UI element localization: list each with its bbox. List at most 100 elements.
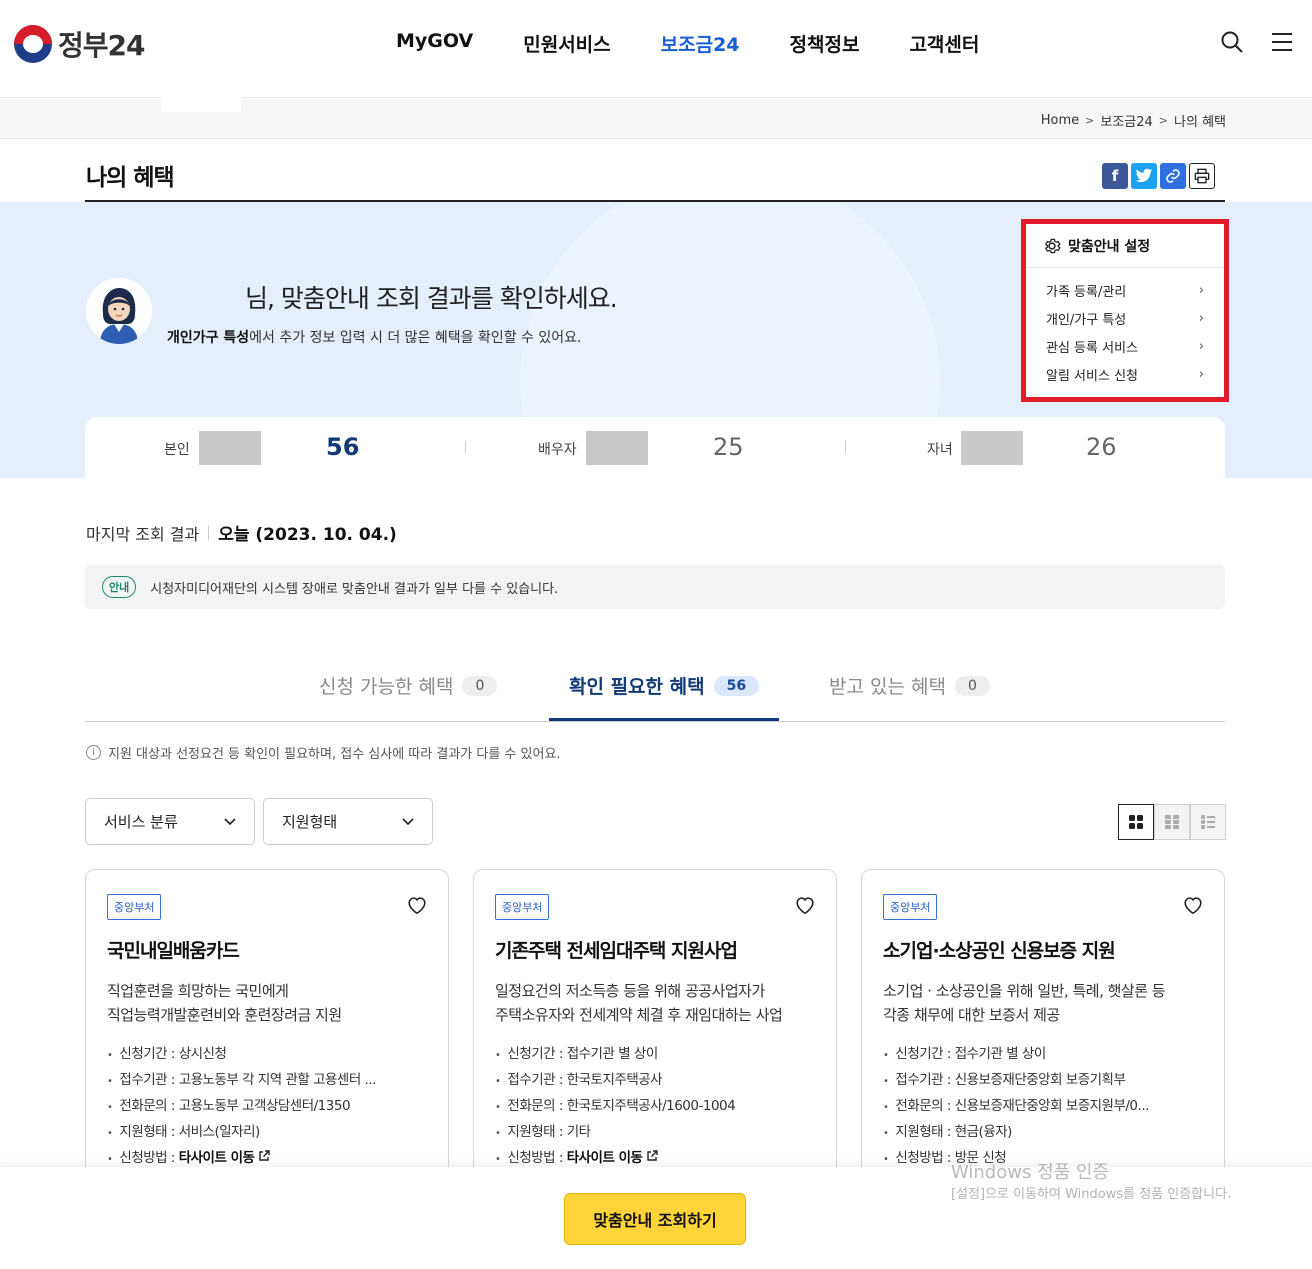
heart-icon[interactable] xyxy=(794,894,816,916)
taegeuk-logo-icon xyxy=(14,25,52,63)
nav-customer-center[interactable]: 고객센터 xyxy=(909,30,979,57)
nav-civil-service[interactable]: 민원서비스 xyxy=(523,30,610,57)
card-method-label: 신청방법 : xyxy=(119,1150,179,1166)
user-avatar xyxy=(86,278,152,344)
card-desc-line: 직업능력개발훈련비와 훈련장려금 지원 xyxy=(107,1006,342,1024)
member-benefit-counts: 본인 56 배우자 25 자녀 26 xyxy=(85,417,1225,478)
service-category-select[interactable]: 서비스 분류 xyxy=(85,798,255,845)
category-badge: 중앙부처 xyxy=(107,894,162,920)
benefit-card[interactable]: 중앙부처 국민내일배움카드 직업훈련을 희망하는 국민에게직업능력개발훈련비와 … xyxy=(85,869,449,1199)
chevron-right-icon: › xyxy=(1198,310,1204,326)
settings-item-label: 가족 등록/관리 xyxy=(1046,284,1127,300)
card-description: 일정요건의 저소득층 등을 위해 공공사업자가 주택소유자와 전세계약 체결 후 … xyxy=(495,979,815,1027)
external-site-link[interactable]: 타사이트 이동 xyxy=(179,1150,255,1166)
hero-title: 님, 맞춤안내 조회 결과를 확인하세요. xyxy=(245,284,618,313)
tab-count-badge: 56 xyxy=(713,675,760,696)
count-spouse[interactable]: 배우자 25 xyxy=(465,417,845,478)
tab-count-badge: 0 xyxy=(954,675,990,696)
hero-subtitle-rest: 에서 추가 정보 입력 시 더 많은 혜택을 확인할 수 있어요. xyxy=(249,330,582,346)
chevron-right-icon: > xyxy=(1158,114,1169,127)
tab-needs-check[interactable]: 확인 필요한 혜택 56 xyxy=(569,672,760,699)
count-children[interactable]: 자녀 26 xyxy=(845,417,1225,478)
search-icon[interactable] xyxy=(1220,30,1244,54)
card-desc-line: 직업훈련을 희망하는 국민에게 xyxy=(107,982,289,1000)
page-title: 나의 혜택 xyxy=(86,165,175,191)
menu-icon[interactable] xyxy=(1270,30,1294,54)
main-nav: MyGOV 민원서비스 보조금24 정책정보 고객센터 xyxy=(396,30,979,57)
breadcrumb-home[interactable]: Home xyxy=(1041,113,1079,128)
card-view-button[interactable] xyxy=(1118,804,1154,840)
heart-icon[interactable] xyxy=(406,894,428,916)
settings-item-notification[interactable]: 알림 서비스 신청 › xyxy=(1026,360,1224,388)
tab-receiving[interactable]: 받고 있는 혜택 0 xyxy=(829,672,990,699)
count-self[interactable]: 본인 56 xyxy=(85,417,465,478)
chevron-down-icon xyxy=(402,817,414,825)
notice-banner: 안내 시청자미디어재단의 시스템 장애로 맞춤안내 결과가 일부 다를 수 있습… xyxy=(85,565,1225,609)
settings-title: 맞춤안내 설정 xyxy=(1068,238,1151,255)
print-button[interactable] xyxy=(1189,163,1215,189)
settings-item-household-traits[interactable]: 개인/가구 특성 › xyxy=(1026,304,1224,332)
count-label: 배우자 xyxy=(538,442,577,458)
settings-header[interactable]: 맞춤안내 설정 xyxy=(1026,224,1224,268)
site-logo[interactable]: 정부24 xyxy=(14,24,145,64)
nav-subsidy24[interactable]: 보조금24 xyxy=(661,30,740,57)
external-link-icon xyxy=(259,1150,270,1161)
card-title: 기존주택 전세임대주택 지원사업 xyxy=(495,940,738,962)
settings-item-family[interactable]: 가족 등록/관리 › xyxy=(1026,276,1224,304)
link-copy-button[interactable] xyxy=(1160,163,1186,189)
redacted-user-name xyxy=(161,72,241,112)
card-desc-line: 일정요건의 저소득층 등을 위해 공공사업자가 xyxy=(495,982,765,1000)
count-value: 56 xyxy=(326,433,360,461)
last-query-label: 마지막 조회 결과 xyxy=(86,524,200,544)
chevron-down-icon xyxy=(224,817,236,825)
card-period: 신청기간 : 접수기관 별 상이 xyxy=(883,1042,1203,1068)
settings-item-label: 알림 서비스 신청 xyxy=(1046,368,1138,384)
card-desc-line: 소기업 · 소상공인을 위해 일반, 특례, 햇살론 등 xyxy=(883,982,1166,1000)
card-title: 국민내일배움카드 xyxy=(107,940,240,962)
benefit-card[interactable]: 중앙부처 소기업·소상공인 신용보증 지원 소기업 · 소상공인을 위해 일반,… xyxy=(861,869,1225,1199)
tab-label: 신청 가능한 혜택 xyxy=(319,676,454,698)
card-details: 신청기간 : 상시신청 접수기관 : 고용노동부 각 지역 관할 고용센터 ..… xyxy=(107,1042,427,1172)
custom-guide-settings-panel: 맞춤안내 설정 가족 등록/관리 › 개인/가구 특성 › 관심 등록 서비스 › 알… xyxy=(1021,219,1229,402)
card-desc-line: 각종 채무에 대한 보증서 제공 xyxy=(883,1006,1060,1024)
settings-item-interest-services[interactable]: 관심 등록 서비스 › xyxy=(1026,332,1224,360)
select-value: 서비스 분류 xyxy=(104,813,178,831)
last-query-result: 마지막 조회 결과 오늘 (2023. 10. 04.) xyxy=(86,520,397,546)
household-traits-link[interactable]: 개인가구 특성 xyxy=(167,330,249,346)
benefit-card[interactable]: 중앙부처 기존주택 전세임대주택 지원사업 일정요건의 저소득층 등을 위해 공… xyxy=(473,869,837,1199)
redacted-name xyxy=(586,431,648,465)
share-buttons: f xyxy=(1102,163,1215,189)
breadcrumb-current: 나의 혜택 xyxy=(1174,115,1226,130)
compact-grid-view-button[interactable] xyxy=(1154,804,1190,840)
link-icon xyxy=(1166,169,1180,183)
custom-guide-lookup-button[interactable]: 맞춤안내 조회하기 xyxy=(564,1193,746,1245)
list-view-button[interactable] xyxy=(1190,804,1226,840)
windows-activation-watermark-title: Windows 정품 인증 xyxy=(951,1162,1110,1183)
card-contact: 전화문의 : 한국토지주택공사/1600-1004 xyxy=(495,1094,815,1120)
card-contact: 전화문의 : 신용보증재단중앙회 보증지원부/0... xyxy=(883,1094,1203,1120)
settings-item-label: 관심 등록 서비스 xyxy=(1046,340,1138,356)
info-note: i 지원 대상과 선정요건 등 확인이 필요하며, 접수 심사에 따라 결과가 … xyxy=(86,743,561,762)
heart-icon[interactable] xyxy=(1182,894,1204,916)
support-type-select[interactable]: 지원형태 xyxy=(263,798,433,845)
nav-mygov[interactable]: MyGOV xyxy=(396,30,473,57)
chevron-right-icon: > xyxy=(1085,114,1095,127)
nav-policy-info[interactable]: 정책정보 xyxy=(790,30,860,57)
chevron-right-icon: › xyxy=(1198,366,1204,382)
divider xyxy=(208,525,210,540)
external-site-link[interactable]: 타사이트 이동 xyxy=(567,1150,643,1166)
card-method-label: 신청방법 : xyxy=(895,1150,955,1166)
hero-subtitle: 개인가구 특성에서 추가 정보 입력 시 더 많은 혜택을 확인할 수 있어요. xyxy=(167,327,581,347)
windows-activation-watermark-text: [설정]으로 이동하여 Windows를 정품 인증합니다. xyxy=(951,1187,1232,1202)
redacted-name xyxy=(961,431,1023,465)
breadcrumb-subsidy24[interactable]: 보조금24 xyxy=(1100,111,1152,130)
twitter-share-button[interactable] xyxy=(1131,163,1157,189)
settings-menu: 가족 등록/관리 › 개인/가구 특성 › 관심 등록 서비스 › 알림 서비스 신청… xyxy=(1026,268,1224,388)
tab-applicable[interactable]: 신청 가능한 혜택 0 xyxy=(319,672,498,699)
small-grid-icon xyxy=(1165,815,1179,829)
info-note-text: 지원 대상과 선정요건 등 확인이 필요하며, 접수 심사에 따라 결과가 다를… xyxy=(108,747,561,762)
facebook-share-button[interactable]: f xyxy=(1102,163,1128,189)
card-details: 신청기간 : 접수기관 별 상이 접수기관 : 한국토지주택공사 전화문의 : … xyxy=(495,1042,815,1172)
card-description: 소기업 · 소상공인을 위해 일반, 특례, 햇살론 등각종 채무에 대한 보증… xyxy=(883,979,1203,1027)
notice-text: 시청자미디어재단의 시스템 장애로 맞춤안내 결과가 일부 다를 수 있습니다. xyxy=(150,581,559,597)
